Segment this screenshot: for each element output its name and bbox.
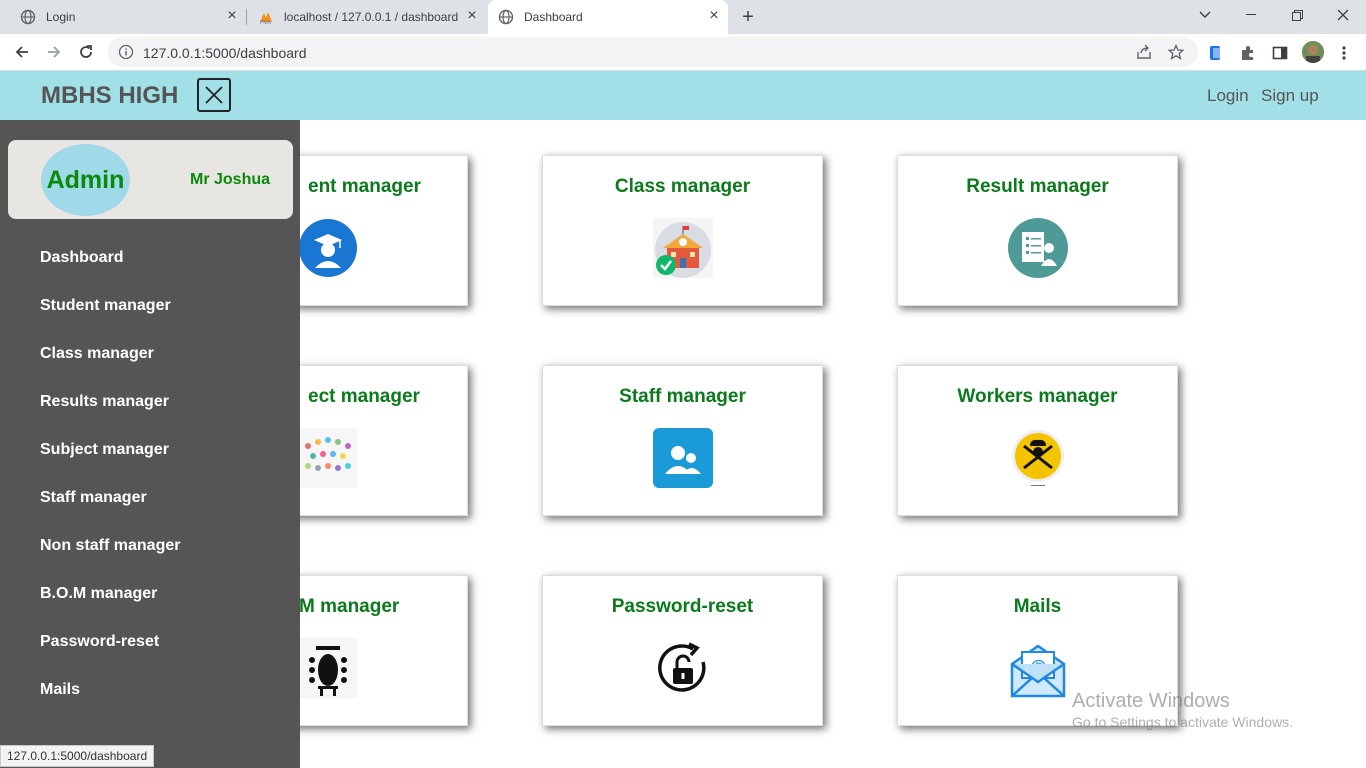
extension-icon[interactable] [1207,44,1225,62]
sidebar-item-class-manager[interactable]: Class manager [40,345,154,363]
signup-link[interactable]: Sign up [1261,86,1319,106]
brand-title: MBHS HIGH [41,82,179,109]
card-title: Result manager [966,176,1109,197]
menu-kebab-icon[interactable] [1336,44,1352,62]
card-result-manager[interactable]: Result manager [897,155,1178,306]
mail-icon: @ [1008,638,1068,698]
tab-title: Login [46,10,76,24]
close-window-button[interactable] [1320,0,1366,30]
sidebar-item-mails[interactable]: Mails [40,681,80,699]
subjects-icon [298,428,358,488]
phpmyadmin-icon: PMA [258,9,274,25]
unlock-reset-icon [653,638,713,698]
forward-button[interactable] [42,40,66,64]
sidebar-item-staff-manager[interactable]: Staff manager [40,489,147,507]
svg-text:PMA: PMA [260,20,272,25]
card-title: Mails [1013,596,1062,617]
tab-login[interactable]: Login × [0,0,247,34]
card-title: Password-reset [611,596,754,617]
sidebar-item-subject-manager[interactable]: Subject manager [40,441,169,459]
chef-icon [1008,428,1068,488]
close-tab-icon[interactable]: × [706,8,722,24]
avatar: Admin [41,144,130,216]
share-icon[interactable] [1136,44,1152,60]
bookmark-star-icon[interactable] [1167,43,1185,60]
globe-icon [498,9,514,25]
app-header: MBHS HIGH Login Sign up [0,71,1366,120]
restore-button[interactable] [1274,0,1320,30]
avatar-label: Admin [46,165,125,194]
staff-icon [653,428,713,488]
sidebar-item-dashboard[interactable]: Dashboard [40,249,124,267]
side-panel-icon[interactable] [1271,44,1289,62]
result-sheet-icon [1008,218,1068,278]
card-title: Workers manager [957,386,1118,407]
address-bar[interactable]: 127.0.0.1:5000/dashboard [108,37,1198,67]
card-title: ect manager [308,386,420,407]
reload-button[interactable] [74,40,98,64]
site-info-icon[interactable] [118,44,134,60]
sidebar-item-bom-manager[interactable]: B.O.M manager [40,585,157,603]
status-url-bubble: 127.0.0.1:5000/dashboard [0,745,155,767]
card-staff-manager[interactable]: Staff manager [542,365,823,516]
windows-activation-subtitle: Go to Settings to activate Windows. [1072,714,1293,730]
minimize-button[interactable] [1228,0,1274,30]
address-text: 127.0.0.1:5000/dashboard [143,45,307,61]
card-title: ent manager [308,176,421,197]
tab-title: localhost / 127.0.0.1 / dashboard [284,10,459,24]
card-title: Staff manager [619,386,746,407]
card-class-manager[interactable]: Class manager [542,155,823,306]
card-title: M manager [299,596,400,617]
browser-tab-bar: Login × PMA localhost / 127.0.0.1 / dash… [0,0,1366,34]
login-link[interactable]: Login [1207,86,1249,106]
school-building-icon [653,218,713,278]
windows-activation-title: Activate Windows [1072,690,1230,712]
close-icon [205,86,223,104]
student-icon [298,218,358,278]
sidebar: Admin Mr Joshua Dashboard Student manage… [0,120,300,768]
sidebar-item-password-reset[interactable]: Password-reset [40,633,159,651]
card-title: Class manager [614,176,751,197]
sidebar-item-student-manager[interactable]: Student manager [40,297,171,315]
tab-dashboard[interactable]: Dashboard × [488,0,728,34]
back-button[interactable] [10,40,34,64]
globe-icon [20,9,36,25]
admin-profile-box: Admin Mr Joshua [8,140,293,219]
profile-avatar-icon[interactable] [1302,41,1324,63]
close-tab-icon[interactable]: × [464,8,480,24]
card-workers-manager[interactable]: Workers manager [897,365,1178,516]
close-sidebar-button[interactable] [197,78,231,112]
sidebar-item-non-staff-manager[interactable]: Non staff manager [40,537,180,555]
tab-search-icon[interactable] [1182,0,1228,30]
sidebar-item-results-manager[interactable]: Results manager [40,393,169,411]
tab-phpmyadmin[interactable]: PMA localhost / 127.0.0.1 / dashboard × [238,0,486,34]
new-tab-button[interactable]: + [736,5,760,29]
admin-name: Mr Joshua [190,171,271,188]
tab-title: Dashboard [524,10,583,24]
board-meeting-icon [298,638,358,698]
browser-toolbar: 127.0.0.1:5000/dashboard [0,34,1366,71]
puzzle-icon[interactable] [1239,44,1257,62]
card-password-reset[interactable]: Password-reset [542,575,823,726]
